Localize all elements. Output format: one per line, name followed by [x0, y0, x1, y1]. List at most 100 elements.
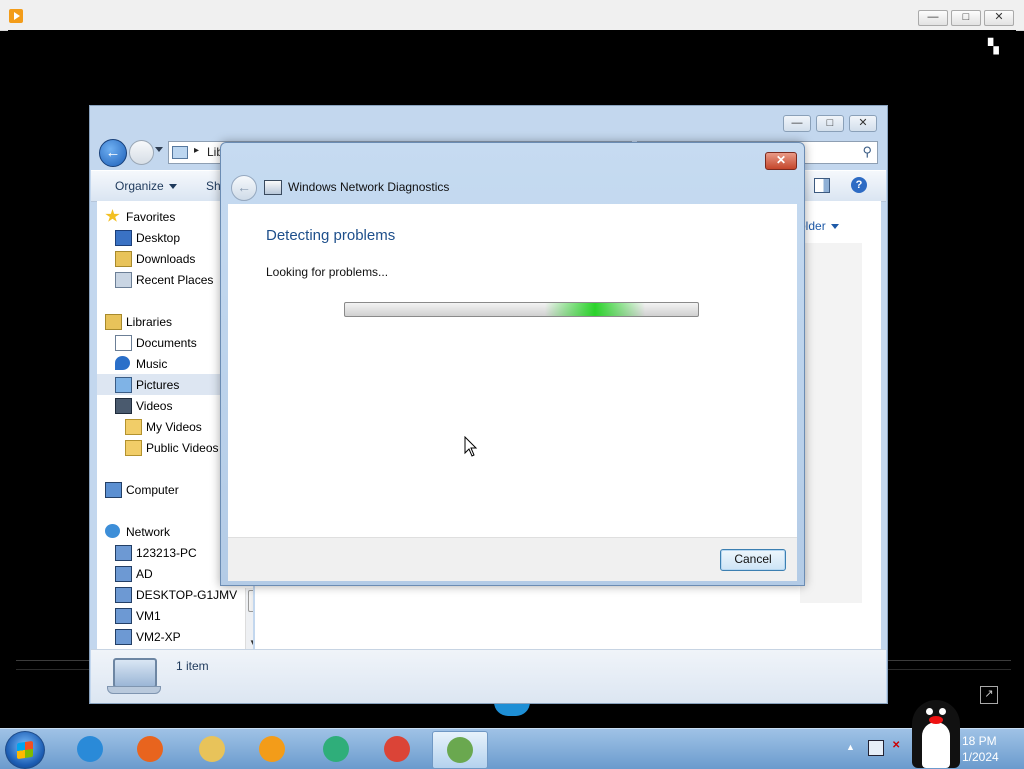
documents-icon	[115, 335, 132, 351]
sidebar-item-label: Public Videos	[146, 441, 219, 455]
help-icon[interactable]: ?	[851, 177, 867, 193]
computer-icon	[107, 658, 161, 694]
sidebar-item-desktop-g1jmv[interactable]: DESKTOP-G1JMV	[97, 584, 253, 605]
recent-pages-dropdown[interactable]	[155, 147, 163, 152]
dialog-footer: Cancel	[228, 537, 797, 581]
media-player-icon	[259, 736, 285, 762]
taskbar: ▲ ✕ 18 PM 1/2024	[0, 728, 1024, 769]
dialog-close-button[interactable]: ✕	[765, 152, 797, 170]
windows-logo-icon	[17, 740, 33, 760]
taskbar-player-app-button[interactable]	[309, 731, 363, 767]
file-explorer-icon	[199, 736, 225, 762]
dialog-heading: Detecting problems	[266, 227, 396, 244]
pictures-icon	[115, 377, 132, 393]
chevron-down-icon	[830, 224, 839, 230]
taskbar-network-diagnostics-button[interactable]	[432, 731, 488, 769]
network-tray-icon[interactable]	[868, 740, 884, 756]
explorer-titlebar: — □ ✕	[90, 106, 887, 138]
network-computer-icon	[115, 587, 132, 603]
search-icon[interactable]: ⚲	[862, 144, 872, 160]
libraries-icon	[105, 314, 122, 330]
mouse-cursor-icon	[464, 436, 478, 457]
taskbar-internet-explorer-button[interactable]	[63, 731, 117, 767]
taskbar-firefox-button[interactable]	[123, 731, 177, 767]
player-minimize-button[interactable]: —	[918, 10, 948, 26]
expand-icon[interactable]: ↗	[980, 686, 998, 704]
chrome-icon	[384, 736, 410, 762]
explorer-maximize-button[interactable]: □	[816, 115, 844, 132]
network-computer-icon	[115, 566, 132, 582]
penguin-belly	[922, 722, 950, 768]
videos-icon	[115, 398, 132, 414]
taskbar-file-explorer-button[interactable]	[185, 731, 239, 767]
sidebar-item-label: Videos	[136, 399, 173, 413]
folder-icon	[125, 419, 142, 435]
item-count: 1 item	[176, 659, 209, 673]
explorer-close-button[interactable]: ✕	[849, 115, 877, 132]
sidebar-item-label: My Videos	[146, 420, 202, 434]
folder-icon	[125, 440, 142, 456]
sidebar-item-label: Libraries	[126, 315, 173, 329]
dialog-title: Windows Network Diagnostics	[288, 180, 450, 194]
organize-menu[interactable]: Organize	[115, 179, 177, 193]
sidebar-item-label: Music	[136, 357, 168, 371]
back-button[interactable]: ←	[99, 139, 127, 167]
dialog-content: Detecting problems Looking for problems.…	[228, 204, 797, 537]
folder-icon	[172, 146, 188, 159]
forward-button[interactable]	[129, 140, 154, 165]
scroll-down-icon[interactable]: ▼	[249, 638, 253, 647]
volume-muted-icon[interactable]: ✕	[892, 740, 906, 754]
sidebar-item-label: VM1	[136, 609, 161, 623]
progress-bar	[344, 302, 699, 317]
player-app-icon	[9, 9, 23, 23]
start-button[interactable]	[5, 731, 45, 769]
breadcrumb-separator[interactable]: ▸	[194, 145, 199, 156]
sidebar-item-label: VM2-XP	[136, 630, 181, 644]
sidebar-item-vm2-xp[interactable]: VM2-XP	[97, 626, 253, 647]
sidebar-item-label: Desktop	[136, 231, 181, 245]
network-computer-icon	[115, 608, 132, 624]
player-app-icon	[323, 736, 349, 762]
network-icon	[105, 524, 120, 538]
navigation-scrollbar[interactable]: ▼	[245, 588, 253, 649]
clock-time: 18 PM	[962, 734, 997, 748]
music-icon	[115, 356, 130, 370]
content-scroll-strip	[800, 243, 862, 603]
internet-explorer-icon	[77, 736, 103, 762]
sidebar-item-label: Pictures	[136, 378, 180, 392]
downloads-folder-icon	[115, 251, 132, 267]
sidebar-item-label: Network	[126, 525, 171, 539]
sidebar-item-vm1[interactable]: VM1	[97, 605, 253, 626]
network-diagnostics-icon	[447, 737, 473, 763]
sidebar-item-label: Recent Places	[136, 273, 214, 287]
fullscreen-toggle-icon[interactable]: ▚	[988, 38, 1006, 54]
sidebar-item-label: DESKTOP-G1JMV	[136, 588, 238, 602]
progress-marquee	[545, 303, 645, 316]
sidebar-item-label: AD	[136, 567, 153, 581]
sidebar-item-label: Favorites	[126, 210, 176, 224]
dialog-status-text: Looking for problems...	[266, 265, 389, 279]
explorer-minimize-button[interactable]: —	[783, 115, 811, 132]
taskbar-chrome-button[interactable]	[370, 731, 424, 767]
show-hidden-icons-icon[interactable]: ▲	[846, 742, 855, 752]
taskbar-media-player-button[interactable]	[245, 731, 299, 767]
desktop-icon	[115, 230, 132, 246]
network-diagnostics-icon	[264, 180, 282, 195]
clock[interactable]: 18 PM 1/2024	[962, 733, 999, 765]
penguin-beak	[929, 716, 943, 724]
player-maximize-button[interactable]: □	[951, 10, 981, 26]
star-icon	[105, 209, 120, 222]
recent-places-icon	[115, 272, 132, 288]
preview-pane-icon[interactable]	[814, 178, 830, 193]
network-computer-icon	[115, 629, 132, 645]
sidebar-item-label: Documents	[136, 336, 197, 350]
player-close-button[interactable]: ✕	[984, 10, 1014, 26]
cancel-button[interactable]: Cancel	[720, 549, 786, 571]
penguin-eye	[939, 708, 946, 715]
firefox-icon	[137, 736, 163, 762]
scrollbar-thumb[interactable]	[248, 590, 253, 612]
dialog-back-button[interactable]: ←	[231, 175, 257, 201]
sidebar-item-label: Computer	[126, 483, 179, 497]
chevron-down-icon	[168, 184, 177, 190]
clock-date: 1/2024	[962, 750, 999, 764]
